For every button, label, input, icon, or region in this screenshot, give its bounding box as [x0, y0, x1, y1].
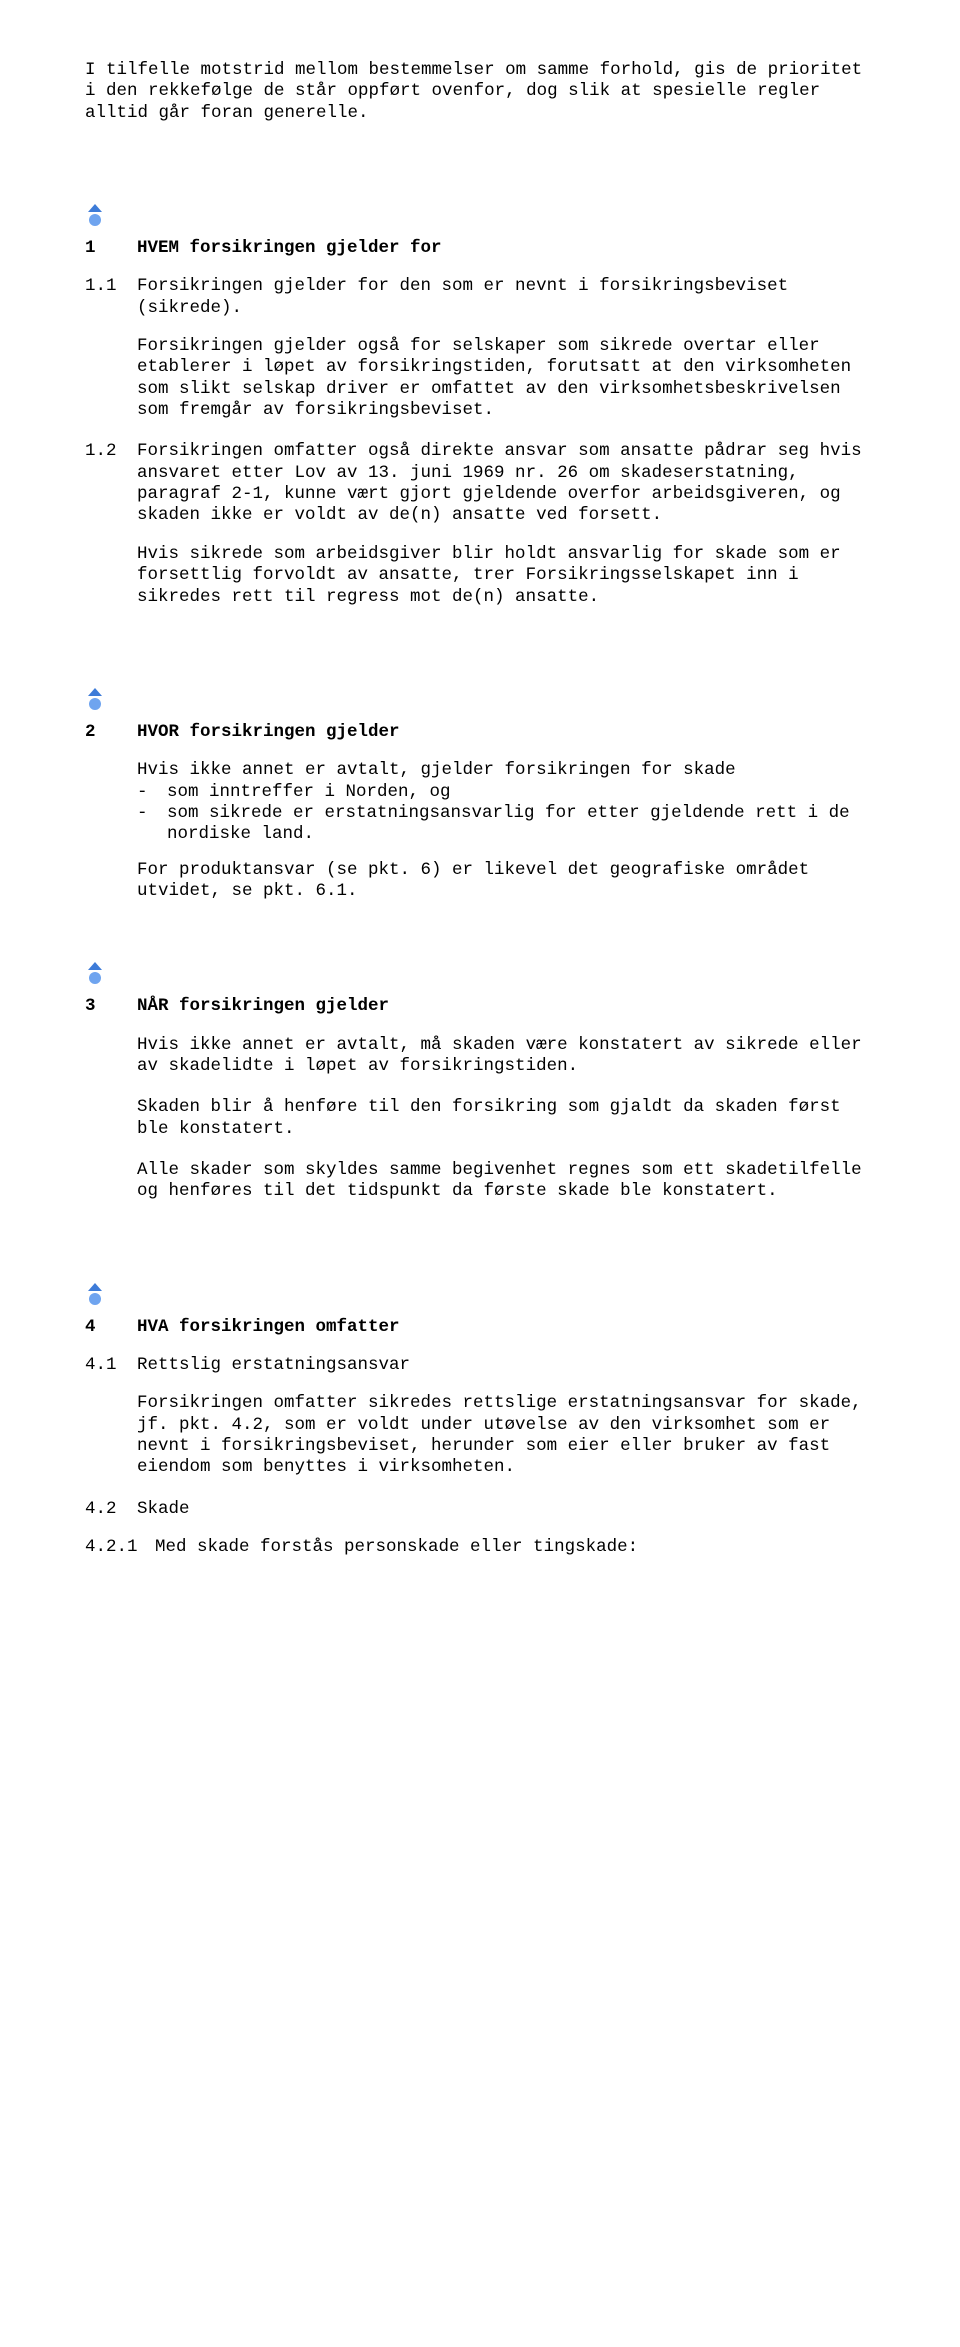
- intro-paragraph: I tilfelle motstrid mellom bestemmelser …: [85, 60, 875, 124]
- section-2-title: HVOR forsikringen gjelder: [137, 722, 875, 743]
- section-marker-icon: [85, 962, 105, 984]
- list-item-text: som sikrede er erstatningsansvarlig for …: [167, 803, 875, 846]
- section-marker-icon: [85, 204, 105, 226]
- section-1-number: 1: [85, 238, 137, 259]
- clause-1-1-number: 1.1: [85, 276, 137, 319]
- section-4-heading: 4 HVA forsikringen omfatter: [85, 1317, 875, 1338]
- section-3-number: 3: [85, 996, 137, 1017]
- clause-4-2-1-body: Med skade forstås personskade eller ting…: [155, 1537, 875, 1558]
- list-item: - som inntreffer i Norden, og: [137, 782, 875, 803]
- clause-1-1-text-a: Forsikringen gjelder for den som er nevn…: [137, 276, 875, 319]
- clause-4-1-heading: 4.1 Rettslig erstatningsansvar: [85, 1355, 875, 1376]
- clause-1-1-text-b: Forsikringen gjelder også for selskaper …: [85, 336, 875, 421]
- section-2-list: - som inntreffer i Norden, og - som sikr…: [137, 782, 875, 846]
- section-2-body: Hvis ikke annet er avtalt, gjelder forsi…: [85, 760, 875, 902]
- section-2-heading: 2 HVOR forsikringen gjelder: [85, 722, 875, 743]
- section-1-heading: 1 HVEM forsikringen gjelder for: [85, 238, 875, 259]
- section-3-p3: Alle skader som skyldes samme begivenhet…: [137, 1160, 875, 1203]
- clause-4-1-title: Rettslig erstatningsansvar: [137, 1355, 875, 1376]
- list-item-text: som inntreffer i Norden, og: [167, 782, 451, 803]
- section-3-p2: Skaden blir å henføre til den forsikring…: [137, 1097, 875, 1140]
- list-item: - som sikrede er erstatningsansvarlig fo…: [137, 803, 875, 846]
- clause-4-2-1: 4.2.1 Med skade forstås personskade elle…: [85, 1537, 875, 1558]
- section-3-body: Hvis ikke annet er avtalt, må skaden vær…: [85, 1035, 875, 1203]
- section-marker-icon: [85, 688, 105, 710]
- dash-bullet: -: [137, 782, 167, 803]
- clause-4-2-number: 4.2: [85, 1499, 137, 1520]
- clause-1-2: 1.2 Forsikringen omfatter også direkte a…: [85, 441, 875, 526]
- section-3-title: NÅR forsikringen gjelder: [137, 996, 875, 1017]
- section-2-number: 2: [85, 722, 137, 743]
- clause-4-2-title: Skade: [137, 1499, 875, 1520]
- clause-4-1-number: 4.1: [85, 1355, 137, 1376]
- section-3-heading: 3 NÅR forsikringen gjelder: [85, 996, 875, 1017]
- document-page: I tilfelle motstrid mellom bestemmelser …: [0, 0, 960, 1641]
- clause-4-2-heading: 4.2 Skade: [85, 1499, 875, 1520]
- clause-1-2-number: 1.2: [85, 441, 137, 526]
- section-3-p1: Hvis ikke annet er avtalt, må skaden vær…: [137, 1035, 875, 1078]
- section-4-title: HVA forsikringen omfatter: [137, 1317, 875, 1338]
- section-2-line-2: For produktansvar (se pkt. 6) er likevel…: [137, 860, 875, 903]
- clause-1-1: 1.1 Forsikringen gjelder for den som er …: [85, 276, 875, 319]
- section-4-number: 4: [85, 1317, 137, 1338]
- section-marker-icon: [85, 1283, 105, 1305]
- clause-4-1-body: Forsikringen omfatter sikredes rettslige…: [85, 1393, 875, 1478]
- clause-4-2-1-number: 4.2.1: [85, 1537, 155, 1558]
- section-1-title: HVEM forsikringen gjelder for: [137, 238, 875, 259]
- clause-1-2-text-b: Hvis sikrede som arbeidsgiver blir holdt…: [85, 544, 875, 608]
- clause-1-2-text-a: Forsikringen omfatter også direkte ansva…: [137, 441, 875, 526]
- section-2-line-1: Hvis ikke annet er avtalt, gjelder forsi…: [137, 760, 875, 781]
- dash-bullet: -: [137, 803, 167, 846]
